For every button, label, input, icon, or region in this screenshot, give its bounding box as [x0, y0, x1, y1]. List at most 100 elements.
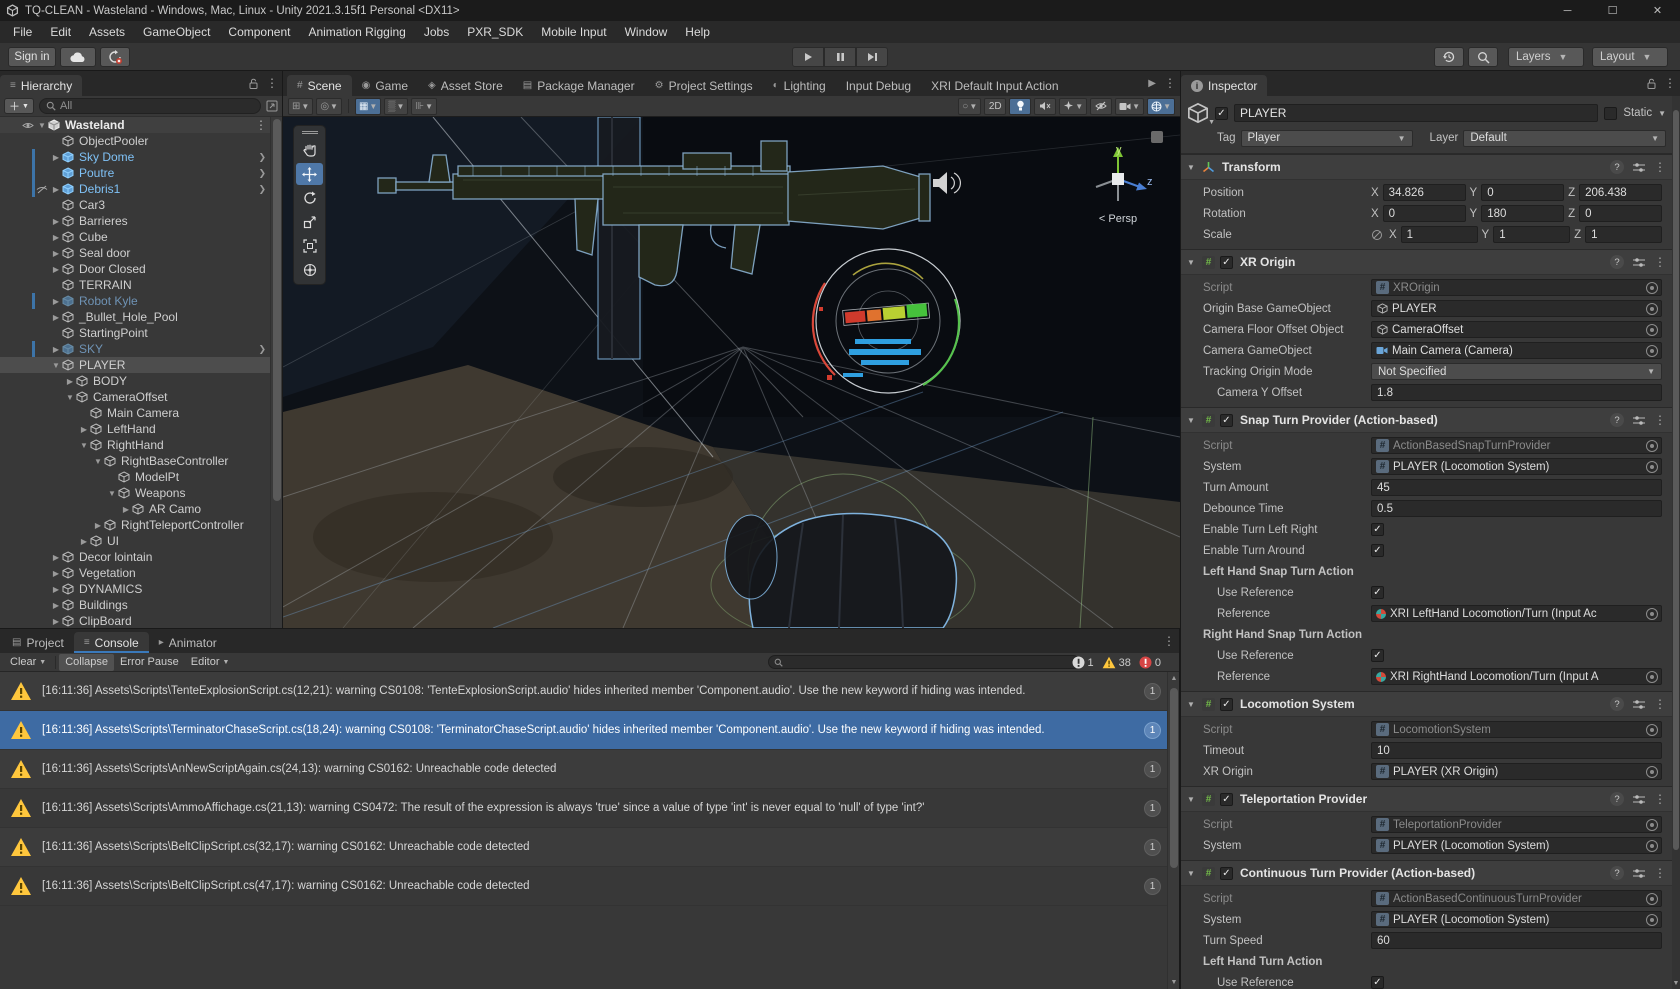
object-picker-icon[interactable] — [1646, 608, 1658, 620]
foldout-open-icon[interactable]: ▼ — [1187, 416, 1197, 425]
foldout-closed-icon[interactable]: ▶ — [50, 153, 62, 162]
menu-pxr-sdk[interactable]: PXR_SDK — [458, 21, 532, 43]
scene-lighting-toggle[interactable] — [1009, 98, 1031, 115]
foldout-open-icon[interactable]: ▼ — [1187, 700, 1197, 709]
foldout-closed-icon[interactable]: ▶ — [50, 265, 62, 274]
foldout-closed-icon[interactable]: ▶ — [50, 185, 62, 194]
menu-window[interactable]: Window — [616, 21, 677, 43]
static-checkbox[interactable] — [1604, 107, 1617, 120]
object-field[interactable]: #ActionBasedSnapTurnProvider — [1371, 437, 1662, 454]
gizmos-dropdown[interactable]: ▼ — [1147, 98, 1175, 115]
vector-field-x[interactable]: 0 — [1383, 205, 1466, 222]
scene-orientation-gizmo[interactable]: y z — [1083, 141, 1153, 219]
tab-scene[interactable]: #Scene — [287, 75, 352, 96]
prefab-open-arrow-icon[interactable]: ❯ — [258, 184, 266, 195]
vector-field-z[interactable]: 0 — [1579, 205, 1662, 222]
object-picker-icon[interactable] — [1646, 671, 1658, 683]
rect-tool-button[interactable] — [296, 235, 323, 257]
menu-file[interactable]: File — [4, 21, 41, 43]
scene-audio-toggle[interactable] — [1034, 98, 1056, 115]
foldout-closed-icon[interactable]: ▶ — [50, 233, 62, 242]
console-message-row[interactable]: [16:11:36] Assets\Scripts\TerminatorChas… — [0, 711, 1167, 750]
preset-icon[interactable] — [1633, 415, 1645, 426]
value-checkbox[interactable]: ✓ — [1371, 544, 1384, 557]
value-checkbox[interactable]: ✓ — [1371, 586, 1384, 599]
value-checkbox[interactable]: ✓ — [1371, 523, 1384, 536]
scale-tool-button[interactable] — [296, 211, 323, 233]
console-message-row[interactable]: [16:11:36] Assets\Scripts\BeltClipScript… — [0, 828, 1167, 867]
component-menu-icon[interactable]: ⋮ — [1654, 792, 1666, 806]
object-field[interactable]: CameraOffset — [1371, 321, 1662, 338]
object-field[interactable]: #LocomotionSystem — [1371, 721, 1662, 738]
object-field[interactable]: #XROrigin — [1371, 279, 1662, 296]
preset-icon[interactable] — [1633, 699, 1645, 710]
component-enabled-checkbox[interactable]: ✓ — [1220, 698, 1233, 711]
tree-item-righthand[interactable]: ▼RightHand — [0, 437, 270, 453]
tree-item-body[interactable]: ▶BODY — [0, 373, 270, 389]
collab-button[interactable] — [100, 47, 130, 67]
component-header[interactable]: ▼#✓Snap Turn Provider (Action-based)?⋮ — [1181, 408, 1672, 433]
error-count[interactable]: 0 — [1139, 656, 1161, 669]
component-header[interactable]: ▼#✓XR Origin?⋮ — [1181, 250, 1672, 275]
grid-snap-toggle[interactable]: ▦▼ — [355, 98, 381, 115]
tree-item-terrain[interactable]: TERRAIN — [0, 277, 270, 293]
menu-help[interactable]: Help — [676, 21, 719, 43]
object-picker-icon[interactable] — [1646, 461, 1658, 473]
layer-dropdown[interactable]: Default▼ — [1463, 130, 1666, 147]
effects-dropdown[interactable]: ▼ — [1059, 98, 1087, 115]
tab-asset-store[interactable]: ◈Asset Store — [418, 75, 513, 96]
vector-field-x[interactable]: 1 — [1401, 226, 1478, 243]
warning-count[interactable]: 38 — [1102, 656, 1131, 669]
object-picker-icon[interactable] — [1646, 724, 1658, 736]
component-header[interactable]: ▼#✓Teleportation Provider?⋮ — [1181, 787, 1672, 812]
tree-item-clipboard[interactable]: ▶ClipBoard — [0, 613, 270, 628]
component-enabled-checkbox[interactable]: ✓ — [1220, 414, 1233, 427]
vector-field-x[interactable]: 34.826 — [1383, 184, 1466, 201]
scene-visibility-toggle[interactable] — [1090, 98, 1112, 115]
hierarchy-scrollbar[interactable] — [270, 117, 282, 628]
object-field[interactable]: #PLAYER (XR Origin) — [1371, 763, 1662, 780]
tree-item-ar-camo[interactable]: ▶AR Camo — [0, 501, 270, 517]
tree-item-startingpoint[interactable]: StartingPoint — [0, 325, 270, 341]
gameobject-name-field[interactable]: PLAYER — [1234, 104, 1598, 122]
picker-panel-icon[interactable] — [266, 100, 278, 112]
tree-item-modelpt[interactable]: ModelPt — [0, 469, 270, 485]
vector-field-y[interactable]: 0 — [1481, 184, 1564, 201]
component-header[interactable]: ▼#✓Locomotion System?⋮ — [1181, 692, 1672, 717]
console-message-row[interactable]: [16:11:36] Assets\Scripts\TenteExplosion… — [0, 672, 1167, 711]
console-message-row[interactable]: [16:11:36] Assets\Scripts\AnNewScriptAga… — [0, 750, 1167, 789]
console-scrollbar[interactable]: ▲ ▼ — [1167, 672, 1179, 989]
foldout-closed-icon[interactable]: ▶ — [50, 297, 62, 306]
foldout-open-icon[interactable]: ▼ — [36, 121, 48, 130]
rotate-tool-button[interactable] — [296, 187, 323, 209]
prefab-open-arrow-icon[interactable]: ❯ — [258, 152, 266, 163]
object-field[interactable]: XRI RightHand Locomotion/Turn (Input A — [1371, 668, 1662, 685]
object-picker-icon[interactable] — [1646, 324, 1658, 336]
object-picker-icon[interactable] — [1646, 819, 1658, 831]
component-menu-icon[interactable]: ⋮ — [1654, 255, 1666, 269]
object-picker-icon[interactable] — [1646, 914, 1658, 926]
tree-item-door-closed[interactable]: ▶Door Closed — [0, 261, 270, 277]
tree-item-seal-door[interactable]: ▶Seal door — [0, 245, 270, 261]
component-menu-icon[interactable]: ⋮ — [1654, 160, 1666, 174]
pause-button[interactable] — [824, 47, 856, 67]
object-picker-icon[interactable] — [1646, 893, 1658, 905]
layout-dropdown[interactable]: Layout▼ — [1592, 47, 1668, 67]
tab-lighting[interactable]: ◐Lighting — [763, 75, 836, 96]
help-icon[interactable]: ? — [1610, 413, 1624, 427]
tab-input-debug[interactable]: Input Debug — [836, 75, 921, 96]
help-icon[interactable]: ? — [1610, 866, 1624, 880]
component-menu-icon[interactable]: ⋮ — [1654, 866, 1666, 880]
tree-item-cube[interactable]: ▶Cube — [0, 229, 270, 245]
tree-item-main-camera[interactable]: Main Camera — [0, 405, 270, 421]
2d-toggle[interactable]: 2D — [984, 98, 1006, 115]
menu-gameobject[interactable]: GameObject — [134, 21, 219, 43]
play-button[interactable] — [792, 47, 824, 67]
foldout-open-icon[interactable]: ▼ — [78, 441, 90, 450]
shading-mode-dropdown[interactable]: ○▼ — [958, 98, 981, 115]
foldout-closed-icon[interactable]: ▶ — [50, 569, 62, 578]
error-pause-toggle[interactable]: Error Pause — [114, 654, 185, 671]
menu-component[interactable]: Component — [219, 21, 299, 43]
clear-button[interactable]: Clear▼ — [4, 654, 52, 671]
camera-preview-dropdown[interactable]: ▼ — [1115, 98, 1144, 115]
